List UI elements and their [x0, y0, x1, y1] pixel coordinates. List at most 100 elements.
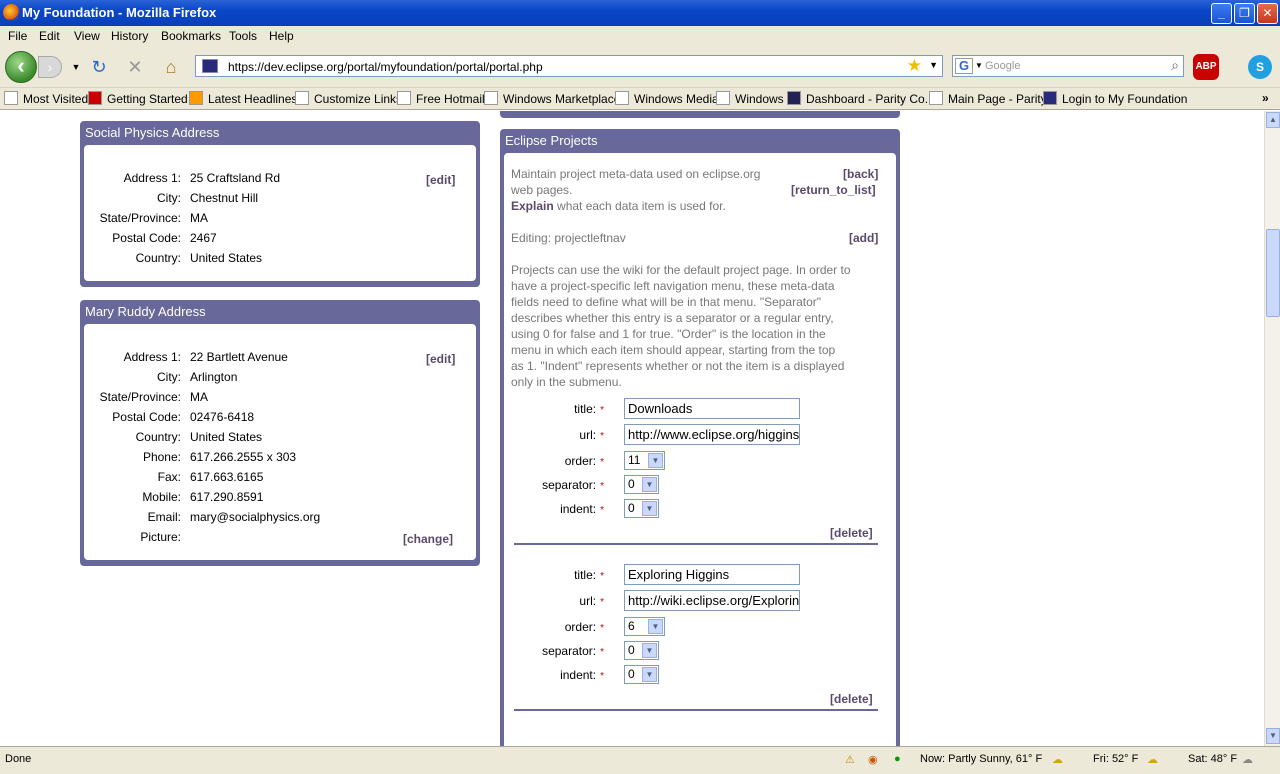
- page-content: Social Physics Address Address 1: 25 Craf…: [0, 111, 1264, 746]
- menu-view[interactable]: View: [74, 29, 100, 43]
- chevron-down-icon: ▼: [642, 643, 657, 658]
- maximize-button[interactable]: ❐: [1234, 3, 1255, 24]
- partly-sunny-icon: ☁: [1052, 754, 1063, 766]
- google-engine-icon[interactable]: G: [955, 58, 973, 74]
- page-icon: [397, 91, 411, 105]
- stop-icon[interactable]: ✕: [124, 56, 146, 78]
- bookmark-customize-links[interactable]: Customize Links: [295, 91, 402, 106]
- reload-icon[interactable]: ↻: [88, 56, 110, 78]
- bookmark-windows-marketplace[interactable]: Windows Marketplace: [484, 91, 620, 106]
- title-input[interactable]: Exploring Higgins: [624, 564, 800, 585]
- back-button[interactable]: ‹: [5, 51, 37, 83]
- order-select[interactable]: 11 ▼: [624, 451, 665, 470]
- bookmark-main-page-parity[interactable]: Main Page - Parity: [929, 91, 1047, 106]
- menu-bar: File Edit View History Bookmarks Tools H…: [0, 26, 1280, 46]
- bookmark-latest-headlines[interactable]: Latest Headlines: [189, 91, 297, 106]
- history-dropdown-icon[interactable]: ▼: [65, 56, 87, 78]
- search-icon[interactable]: ⌕: [1171, 57, 1179, 74]
- order-select[interactable]: 6 ▼: [624, 617, 665, 636]
- vertical-scrollbar[interactable]: ▲ ▼: [1264, 111, 1280, 746]
- menu-history[interactable]: History: [111, 29, 148, 43]
- delete-link[interactable]: [delete]: [830, 526, 873, 540]
- bookmark-icon: [88, 91, 102, 105]
- explain-line: Explain what each data item is used for.: [511, 199, 726, 213]
- menu-help[interactable]: Help: [269, 29, 294, 43]
- url-label: url: *: [579, 428, 604, 442]
- add-link[interactable]: [add]: [849, 231, 878, 245]
- search-input[interactable]: Google: [985, 60, 1020, 72]
- divider: [514, 709, 878, 711]
- separator-label: separator: *: [542, 644, 604, 658]
- title-label: title: *: [574, 568, 604, 582]
- bookmark-free-hotmail[interactable]: Free Hotmail: [397, 91, 485, 106]
- url-input[interactable]: http://wiki.eclipse.org/Exploring: [624, 590, 800, 611]
- firefox-icon: [3, 4, 20, 21]
- weather-fri[interactable]: Fri: 52° F: [1093, 753, 1138, 765]
- box-title: Mary Ruddy Address: [85, 304, 206, 319]
- bookmark-login-my-foundation[interactable]: Login to My Foundation: [1043, 91, 1187, 106]
- warning-icon[interactable]: ⚠: [845, 753, 855, 766]
- chevron-down-icon: ▼: [648, 619, 663, 634]
- chevron-down-icon: ▼: [648, 453, 663, 468]
- divider: [514, 543, 878, 545]
- return-to-list-link[interactable]: [return_to_list]: [791, 183, 876, 197]
- bookmark-windows-media[interactable]: Windows Media: [615, 91, 719, 106]
- order-label: order: *: [564, 454, 604, 468]
- adblock-icon[interactable]: ABP: [1193, 54, 1219, 80]
- menu-edit[interactable]: Edit: [39, 29, 60, 43]
- url-text[interactable]: https://dev.eclipse.org/portal/myfoundat…: [228, 60, 543, 74]
- scroll-down-icon[interactable]: ▼: [1266, 728, 1280, 744]
- bookmark-windows[interactable]: Windows: [716, 91, 784, 106]
- delete-link[interactable]: [delete]: [830, 692, 873, 706]
- separator-select[interactable]: 0 ▼: [624, 475, 659, 494]
- weather-sat[interactable]: Sat: 48° F: [1188, 753, 1237, 765]
- minimize-button[interactable]: _: [1211, 3, 1232, 24]
- page-icon: [929, 91, 943, 105]
- menu-tools[interactable]: Tools: [229, 29, 257, 43]
- scroll-up-icon[interactable]: ▲: [1266, 112, 1280, 128]
- bookmark-most-visited[interactable]: Most Visited: [4, 91, 88, 106]
- eclipse-projects-box: Eclipse Projects Maintain project meta-d…: [500, 129, 900, 746]
- title-input[interactable]: Downloads: [624, 398, 800, 419]
- chevron-down-icon: ▼: [642, 667, 657, 682]
- edit-link[interactable]: [edit]: [426, 352, 455, 366]
- weather-now[interactable]: Now: Partly Sunny, 61° F: [920, 753, 1042, 765]
- firebug-icon[interactable]: ◉: [868, 753, 878, 766]
- engine-dropdown-icon[interactable]: ▼: [975, 61, 983, 70]
- forward-button[interactable]: ›: [38, 56, 62, 78]
- bookmarks-overflow-icon[interactable]: »: [1262, 91, 1269, 105]
- change-picture-link[interactable]: [change]: [403, 532, 453, 546]
- page-icon: [484, 91, 498, 105]
- search-bar[interactable]: G ▼ Google ⌕: [952, 55, 1184, 77]
- skype-icon[interactable]: S: [1248, 55, 1272, 79]
- bookmark-star-icon[interactable]: ★: [907, 56, 922, 76]
- chevron-down-icon: ▼: [642, 477, 657, 492]
- window-title: My Foundation - Mozilla Firefox: [22, 5, 217, 20]
- edit-link[interactable]: [edit]: [426, 173, 455, 187]
- bookmark-dashboard-parity[interactable]: Dashboard - Parity Co...: [787, 91, 935, 106]
- home-icon[interactable]: ⌂: [160, 56, 182, 78]
- menu-file[interactable]: File: [8, 29, 27, 43]
- indent-select[interactable]: 0 ▼: [624, 665, 659, 684]
- bookmark-icon: [1043, 91, 1057, 105]
- box-title: Social Physics Address: [85, 125, 220, 140]
- url-dropdown-icon[interactable]: ▼: [929, 60, 938, 70]
- close-button[interactable]: ✕: [1257, 3, 1278, 24]
- menu-bookmarks[interactable]: Bookmarks: [161, 29, 221, 43]
- scrollbar-thumb[interactable]: [1266, 229, 1280, 317]
- indent-label: indent: *: [560, 668, 604, 682]
- bookmark-getting-started[interactable]: Getting Started: [88, 91, 188, 106]
- bookmarks-toolbar: Most Visited Getting Started Latest Head…: [0, 88, 1280, 110]
- back-link[interactable]: [back]: [843, 167, 878, 181]
- box-title: Eclipse Projects: [505, 133, 598, 148]
- url-input[interactable]: http://www.eclipse.org/higgins: [624, 424, 800, 445]
- green-status-icon[interactable]: ●: [894, 753, 901, 765]
- url-label: url: *: [579, 594, 604, 608]
- explain-link[interactable]: Explain: [511, 199, 554, 213]
- window-titlebar: My Foundation - Mozilla Firefox _ ❐ ✕: [0, 0, 1280, 26]
- separator-select[interactable]: 0 ▼: [624, 641, 659, 660]
- intro-text-2: web pages.: [511, 183, 573, 197]
- previous-box-bottom: [500, 111, 900, 118]
- url-bar[interactable]: https://dev.eclipse.org/portal/myfoundat…: [195, 55, 943, 77]
- indent-select[interactable]: 0 ▼: [624, 499, 659, 518]
